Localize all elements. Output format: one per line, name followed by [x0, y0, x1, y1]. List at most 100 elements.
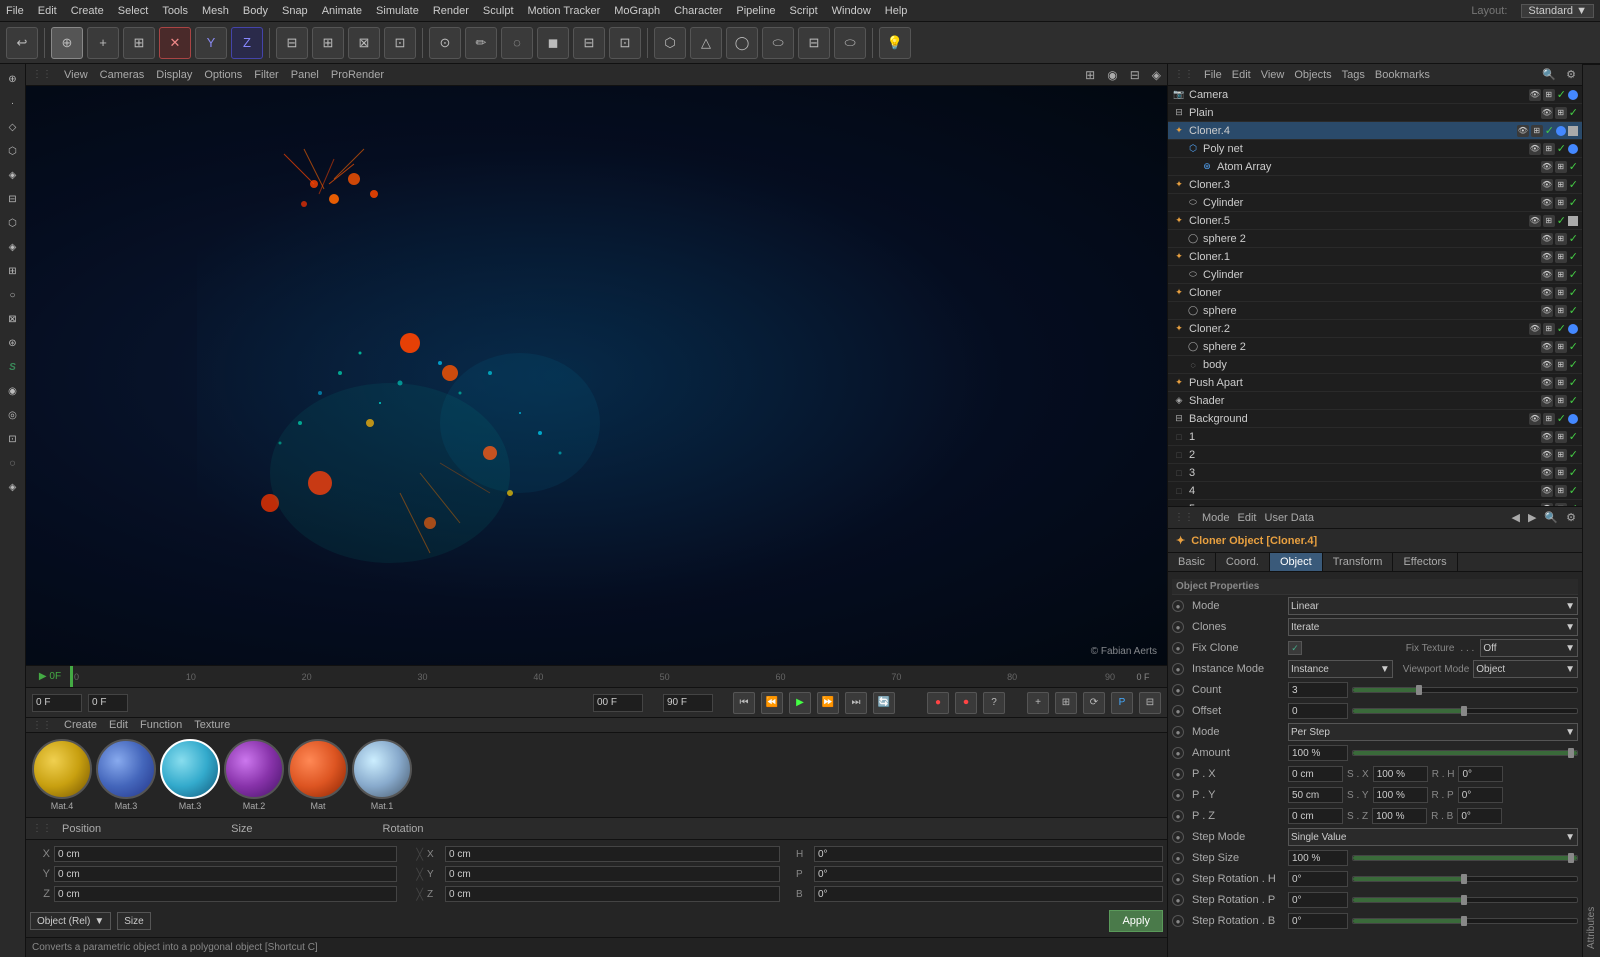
obj-row-shader[interactable]: ◈ Shader 👁 ⊞ ✓ — [1168, 392, 1582, 410]
obj-vis-plain[interactable]: ⊞ — [1555, 107, 1567, 119]
mat-tab-edit[interactable]: Edit — [109, 719, 128, 731]
light-button[interactable]: 💡 — [879, 27, 911, 59]
motion-button[interactable]: P — [1111, 692, 1133, 714]
right-tab-attributes[interactable]: Attributes — [1583, 64, 1600, 957]
props-tab-edit[interactable]: Edit — [1238, 512, 1257, 524]
menu-tools[interactable]: Tools — [162, 5, 188, 17]
end-frame-display[interactable] — [593, 694, 643, 712]
prop-check-fixclone[interactable]: ✓ — [1288, 641, 1302, 655]
prop-slider-steprot-p[interactable] — [1352, 897, 1578, 903]
keyframe-menu-button[interactable]: ⊞ — [1055, 692, 1077, 714]
obj-check-cloner4[interactable]: ✓ — [1545, 124, 1554, 137]
obj-eye-camera[interactable]: 👁 — [1529, 89, 1541, 101]
menu-mesh[interactable]: Mesh — [202, 5, 229, 17]
menu-render[interactable]: Render — [433, 5, 469, 17]
left-tool-loop[interactable]: ○ — [2, 284, 24, 306]
coord-x-input[interactable] — [54, 846, 397, 862]
prop-slider-steprot-b[interactable] — [1352, 918, 1578, 924]
props-tab-transform[interactable]: Transform — [1323, 553, 1394, 571]
prop-dropdown-fixtexture[interactable]: Off ▼ — [1480, 639, 1578, 657]
prop-slider-handle-steprot-p[interactable] — [1461, 895, 1467, 905]
move-tool-button[interactable]: ⊙ — [429, 27, 461, 59]
object-rel-dropdown[interactable]: Object (Rel) ▼ — [30, 912, 111, 930]
obj-tab-bookmarks[interactable]: Bookmarks — [1375, 69, 1430, 81]
obj-vis-polynet[interactable]: ⊞ — [1543, 143, 1555, 155]
obj-eye-cloner5[interactable]: 👁 — [1529, 215, 1541, 227]
left-tool-live[interactable]: ⊛ — [2, 332, 24, 354]
mode-anim-button[interactable]: ✕ — [159, 27, 191, 59]
coord-p-input[interactable] — [814, 866, 1163, 882]
obj-check-cloner1[interactable]: ✓ — [1569, 250, 1578, 263]
obj-row-null3[interactable]: □ 3 👁 ⊞ ✓ — [1168, 464, 1582, 482]
frame-tool-button[interactable]: ⊡ — [609, 27, 641, 59]
prop-input-stepsize[interactable] — [1288, 850, 1348, 866]
viewport-icon-3[interactable]: ⊟ — [1130, 68, 1140, 82]
prop-slider-offset[interactable] — [1352, 708, 1578, 714]
render-queue-button[interactable]: ⊠ — [348, 27, 380, 59]
step-back-button[interactable]: ⏪ — [761, 692, 783, 714]
menu-animate[interactable]: Animate — [322, 5, 362, 17]
obj-tab-tags[interactable]: Tags — [1342, 69, 1365, 81]
left-tool-scale[interactable]: ⊠ — [2, 308, 24, 330]
material-item-mat2[interactable]: Mat.2 — [224, 739, 284, 811]
material-item-mat4[interactable]: Mat.4 — [32, 739, 92, 811]
obj-eye-sphere2b[interactable]: 👁 — [1541, 341, 1553, 353]
apply-button[interactable]: Apply — [1109, 910, 1163, 932]
left-tool-model[interactable]: ⊕ — [2, 68, 24, 90]
prop-slider-amount[interactable] — [1352, 750, 1578, 756]
undo-button[interactable]: ↩ — [6, 27, 38, 59]
obj-row-cloner4[interactable]: ✦ Cloner.4 👁 ⊞ ✓ — [1168, 122, 1582, 140]
obj-row-polynet[interactable]: ⬡ Poly net 👁 ⊞ ✓ — [1168, 140, 1582, 158]
prop-input-rb[interactable] — [1457, 808, 1502, 824]
obj-check-null1[interactable]: ✓ — [1569, 430, 1578, 443]
menu-snap[interactable]: Snap — [282, 5, 308, 17]
size-dropdown[interactable]: Size — [117, 912, 150, 930]
material-swatch-mat1[interactable] — [352, 739, 412, 799]
coord-y-input[interactable] — [54, 866, 397, 882]
obj-vis-null4[interactable]: ⊞ — [1555, 485, 1567, 497]
obj-vis-pushapart[interactable]: ⊞ — [1555, 377, 1567, 389]
viewport-tab-options[interactable]: Options — [204, 69, 242, 81]
obj-row-cloner5[interactable]: ✦ Cloner.5 👁 ⊞ ✓ — [1168, 212, 1582, 230]
left-tool-extra[interactable]: ◈ — [2, 476, 24, 498]
prop-dropdown-clones[interactable]: Iterate ▼ — [1288, 618, 1578, 636]
timeline-ruler[interactable]: ▶ 0F 0 10 20 30 40 50 60 70 80 90 0 — [26, 665, 1167, 687]
obj-row-cylinder1[interactable]: ⬭ Cylinder 👁 ⊞ ✓ — [1168, 194, 1582, 212]
left-tool-edges[interactable]: ◇ — [2, 116, 24, 138]
props-tab-basic[interactable]: Basic — [1168, 553, 1216, 571]
prop-input-offset[interactable] — [1288, 703, 1348, 719]
obj-eye-cloner4[interactable]: 👁 — [1517, 125, 1529, 137]
obj-eye-sphere[interactable]: 👁 — [1541, 305, 1553, 317]
obj-check-plain[interactable]: ✓ — [1569, 106, 1578, 119]
prop-input-rh[interactable] — [1458, 766, 1503, 782]
left-tool-brush[interactable]: ⊡ — [2, 428, 24, 450]
obj-check-sphere2b[interactable]: ✓ — [1569, 340, 1578, 353]
obj-row-cloner2[interactable]: ✦ Cloner.2 👁 ⊞ ✓ — [1168, 320, 1582, 338]
torus-button[interactable]: ⬭ — [834, 27, 866, 59]
prop-slider-handle-amount[interactable] — [1568, 748, 1574, 758]
props-settings[interactable]: ⚙ — [1566, 511, 1576, 524]
spline-tool-button[interactable]: ◌ — [501, 27, 533, 59]
start-frame-input[interactable] — [88, 694, 128, 712]
obj-check-cylinder2[interactable]: ✓ — [1569, 268, 1578, 281]
render-to-picture-button[interactable]: ⊞ — [312, 27, 344, 59]
obj-check-null4[interactable]: ✓ — [1569, 484, 1578, 497]
left-tool-select[interactable]: ◌ — [2, 452, 24, 474]
viewport-icon-4[interactable]: ◈ — [1152, 68, 1161, 82]
prop-input-steprot-h[interactable] — [1288, 871, 1348, 887]
obj-row-plain[interactable]: ⊟ Plain 👁 ⊞ ✓ — [1168, 104, 1582, 122]
menu-help[interactable]: Help — [885, 5, 908, 17]
goto-end-button[interactable]: ⏭ — [845, 692, 867, 714]
obj-row-body[interactable]: ◌ body 👁 ⊞ ✓ — [1168, 356, 1582, 374]
prop-dropdown-viewportmode[interactable]: Object ▼ — [1473, 660, 1578, 678]
obj-vis-cylinder1[interactable]: ⊞ — [1555, 197, 1567, 209]
obj-check-cylinder1[interactable]: ✓ — [1569, 196, 1578, 209]
menu-character[interactable]: Character — [674, 5, 722, 17]
obj-vis-body[interactable]: ⊞ — [1555, 359, 1567, 371]
obj-check-background[interactable]: ✓ — [1557, 412, 1566, 425]
timeline-track[interactable]: 0 10 20 30 40 50 60 70 80 90 — [70, 666, 1123, 687]
menu-sculpt[interactable]: Sculpt — [483, 5, 514, 17]
obj-vis-cylinder2[interactable]: ⊞ — [1555, 269, 1567, 281]
viewport-tab-filter[interactable]: Filter — [254, 69, 278, 81]
prop-slider-handle-steprot-h[interactable] — [1461, 874, 1467, 884]
